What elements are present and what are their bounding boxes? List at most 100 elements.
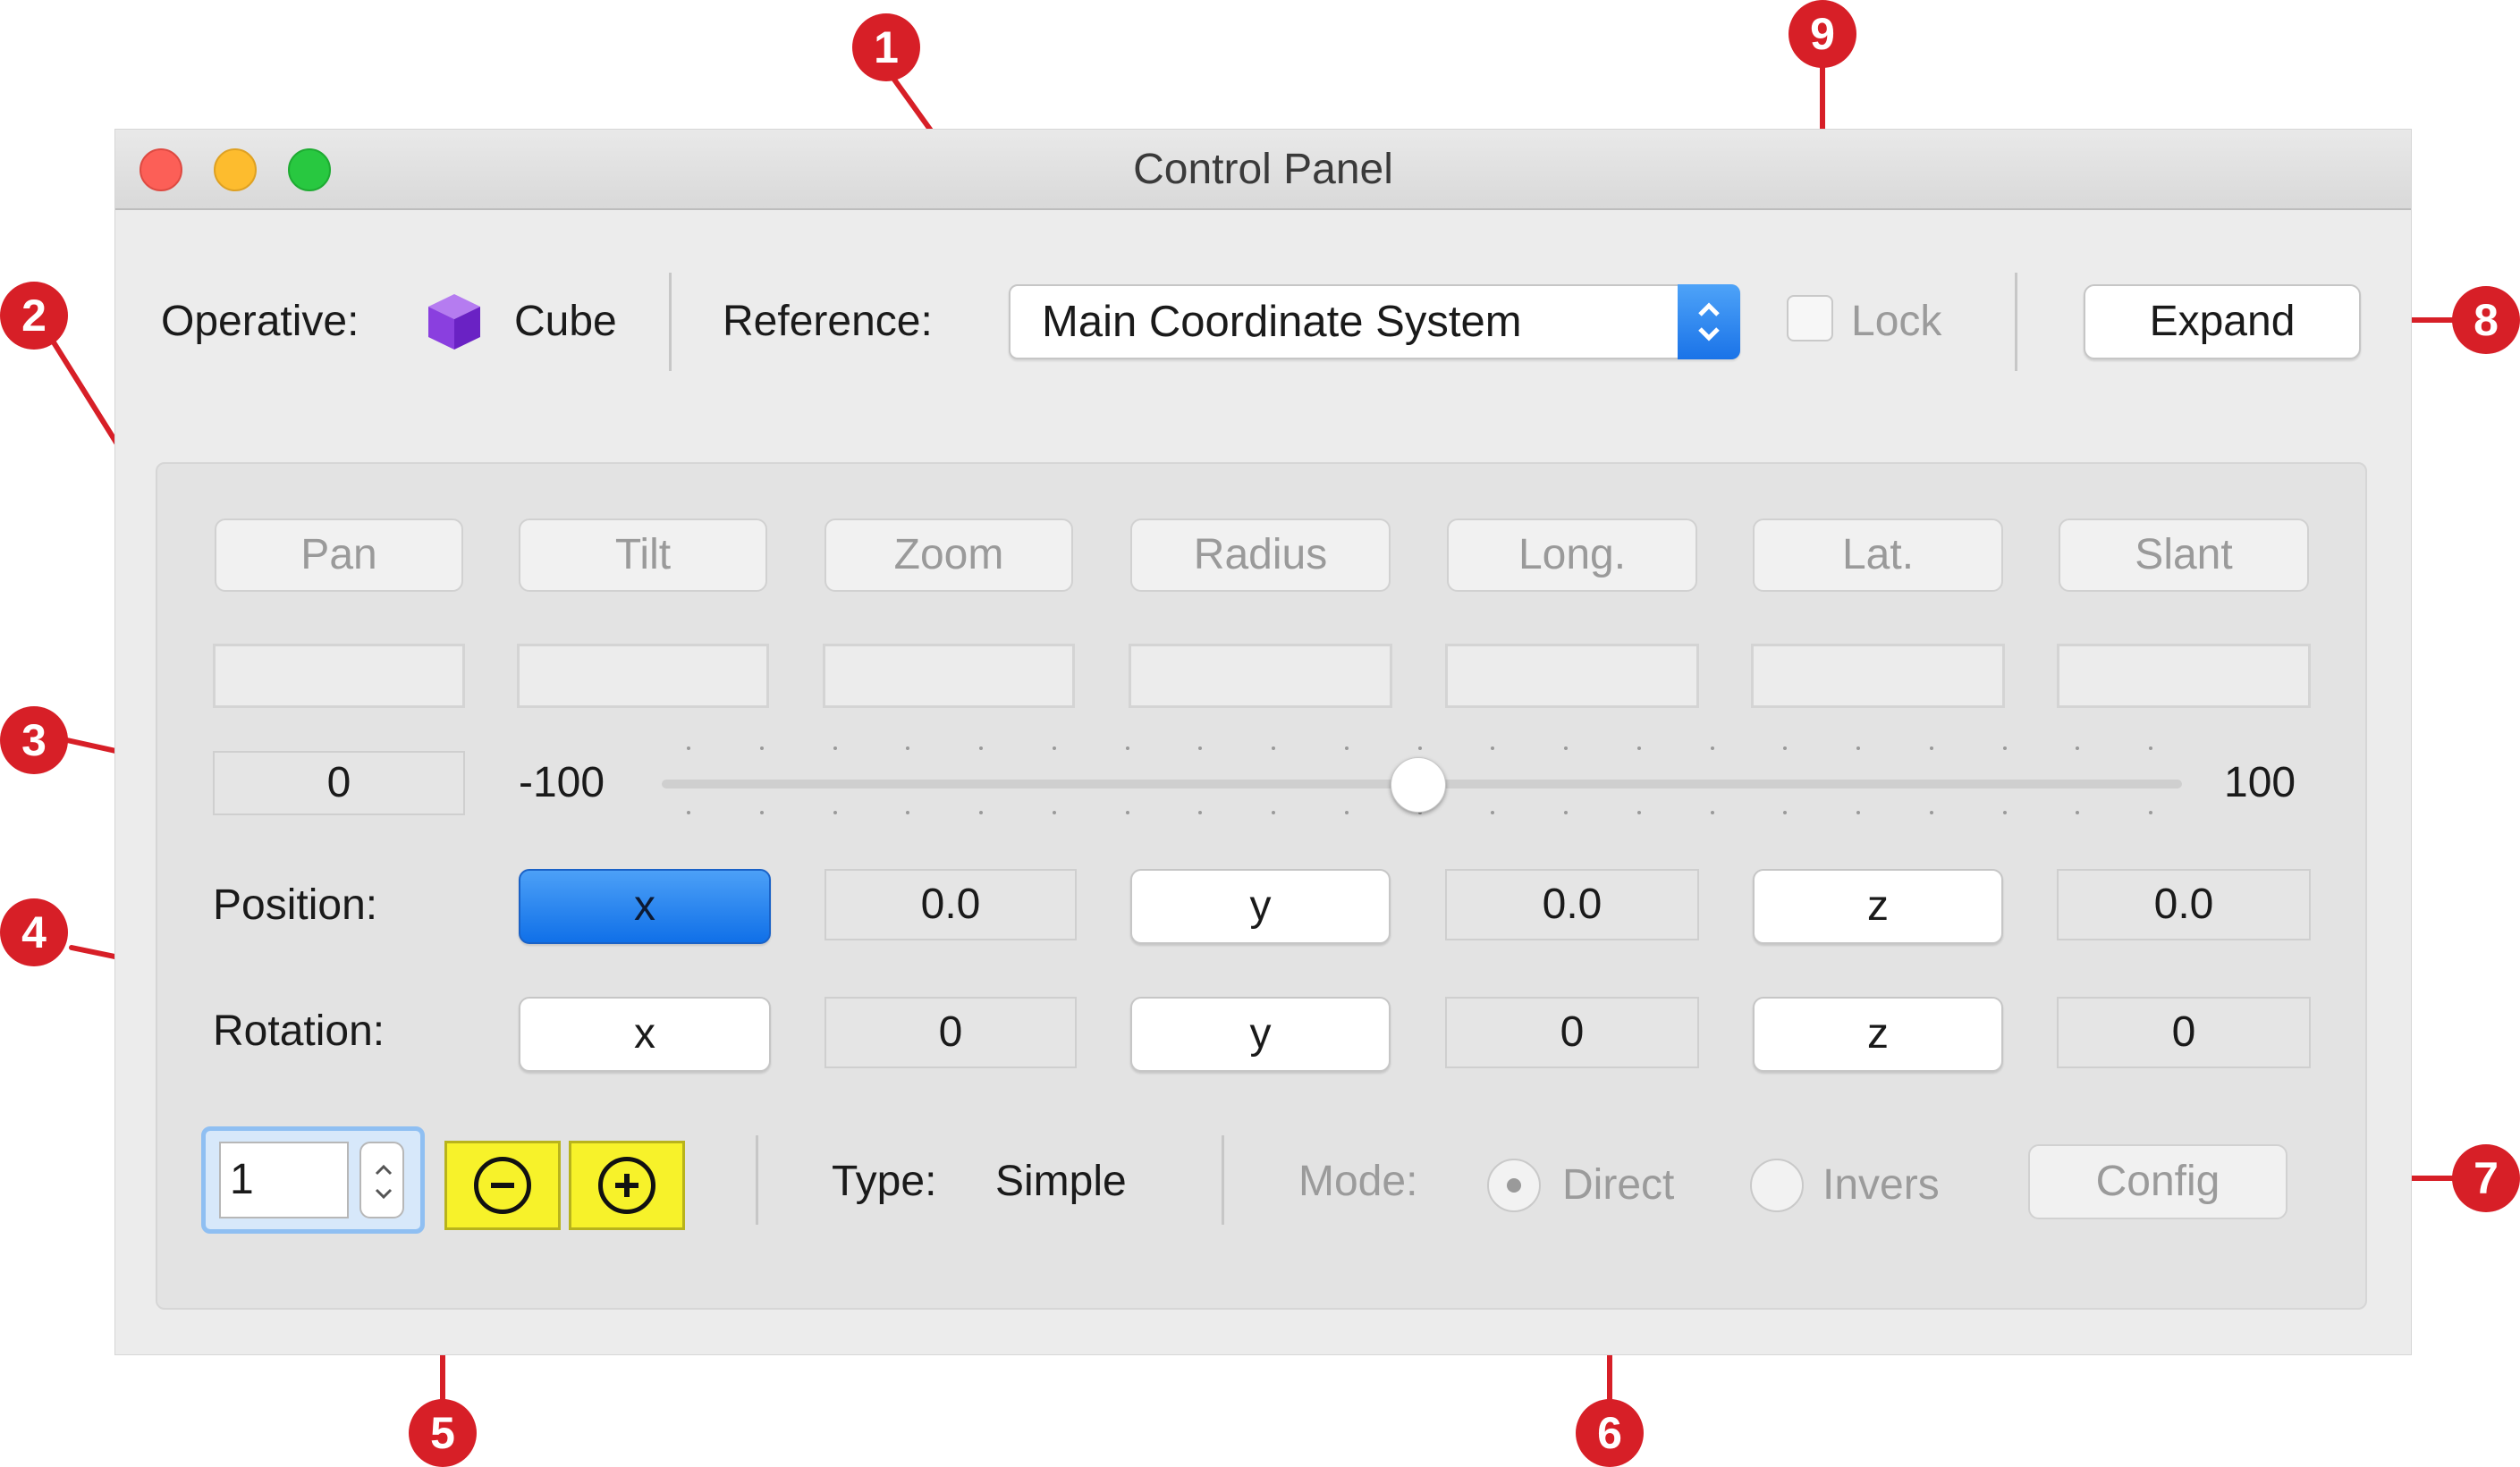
slider-tick [1856, 811, 1860, 814]
slider-tick [687, 746, 690, 750]
slider-tick [2149, 746, 2152, 750]
slider-tick [1272, 811, 1275, 814]
slider-tick [1052, 811, 1056, 814]
callout-badge: 9 [1789, 0, 1856, 68]
axis-button-long[interactable]: Long. [1447, 519, 1697, 592]
type-label: Type: [832, 1158, 937, 1205]
popup-arrows-icon[interactable] [1678, 284, 1740, 359]
slider-knob[interactable] [1390, 757, 1446, 813]
plus-circle-icon [598, 1157, 655, 1214]
lock-checkbox[interactable] [1787, 295, 1833, 341]
title-bar[interactable]: Control Panel [115, 130, 2411, 210]
slider-tick [833, 811, 837, 814]
slider-tick [1272, 746, 1275, 750]
slider-tick [1636, 746, 1641, 750]
callout-badge: 5 [409, 1399, 477, 1467]
slider-tick [1929, 811, 1933, 814]
callout-badge: 7 [2452, 1144, 2520, 1212]
position-x-button[interactable]: x [519, 869, 771, 944]
slider-value-field[interactable]: 0 [213, 751, 465, 815]
axis-button-radius[interactable]: Radius [1130, 519, 1391, 592]
slider-max-label: 100 [2224, 759, 2296, 806]
bottom-divider [756, 1135, 758, 1225]
position-x-field[interactable]: 0.0 [824, 869, 1077, 940]
callout-badge: 3 [0, 706, 68, 774]
reference-value: Main Coordinate System [1042, 298, 1522, 346]
slider-tick [1344, 811, 1349, 814]
slider-tick [1710, 811, 1714, 814]
operative-value: Cube [514, 298, 617, 345]
window-title: Control Panel [1133, 146, 1393, 193]
reference-popup-button[interactable]: Main Coordinate System [1009, 284, 1740, 359]
axis-button-tilt[interactable]: Tilt [519, 519, 767, 592]
axis-button-zoom[interactable]: Zoom [824, 519, 1073, 592]
position-label: Position: [213, 881, 378, 929]
callout-badge: 6 [1576, 1399, 1644, 1467]
rotation-y-button[interactable]: y [1130, 997, 1391, 1072]
callout-badge: 4 [0, 898, 68, 966]
mode-invers-radio[interactable] [1750, 1159, 1804, 1212]
axis-field-slant[interactable] [2057, 644, 2311, 708]
rotation-z-field[interactable]: 0 [2057, 997, 2311, 1068]
slider-tick [1710, 746, 1714, 750]
slider-tick [687, 811, 690, 814]
slider-tick [1052, 746, 1056, 750]
axis-button-lat[interactable]: Lat. [1753, 519, 2003, 592]
slider-tick [2002, 746, 2007, 750]
toolbar-divider [2015, 273, 2017, 371]
position-z-field[interactable]: 0.0 [2057, 869, 2311, 940]
slider-min-label: -100 [519, 759, 605, 806]
bottom-divider [1222, 1135, 1224, 1225]
axis-field-lat[interactable] [1751, 644, 2005, 708]
decrement-button[interactable] [444, 1141, 561, 1230]
mode-direct-radio[interactable] [1487, 1159, 1541, 1212]
mode-direct-label: Direct [1562, 1161, 1675, 1209]
minus-circle-icon [474, 1157, 531, 1214]
slider-tick [1125, 746, 1129, 750]
slider-tick [2149, 811, 2152, 814]
mode-label: Mode: [1298, 1158, 1418, 1205]
axis-field-long[interactable] [1445, 644, 1699, 708]
radio-selected-dot [1507, 1178, 1521, 1193]
slider-tick [1929, 746, 1933, 750]
rotation-x-field[interactable]: 0 [824, 997, 1077, 1068]
axis-button-slant[interactable]: Slant [2059, 519, 2309, 592]
axis-field-pan[interactable] [213, 644, 465, 708]
lock-label: Lock [1851, 298, 1942, 345]
position-y-button[interactable]: y [1130, 869, 1391, 944]
slider-tick [979, 746, 983, 750]
rotation-z-button[interactable]: z [1753, 997, 2003, 1072]
callout-badge: 8 [2452, 286, 2520, 354]
stepper-arrows[interactable] [359, 1142, 404, 1218]
callout-badge: 1 [852, 13, 920, 81]
config-button[interactable]: Config [2028, 1144, 2287, 1219]
slider-tick [1564, 811, 1568, 814]
callout-badge: 2 [0, 282, 68, 350]
position-y-field[interactable]: 0.0 [1445, 869, 1699, 940]
axis-button-pan[interactable]: Pan [215, 519, 463, 592]
slider-tick [759, 746, 764, 750]
rotation-x-button[interactable]: x [519, 997, 771, 1072]
slider-tick [979, 811, 983, 814]
expand-button[interactable]: Expand [2084, 284, 2361, 359]
stepper-input[interactable]: 1 [219, 1142, 349, 1218]
slider-tick [1636, 811, 1641, 814]
axis-field-radius[interactable] [1129, 644, 1392, 708]
increment-button[interactable] [569, 1141, 685, 1230]
axis-field-zoom[interactable] [823, 644, 1075, 708]
slider-tick [1856, 746, 1860, 750]
position-z-button[interactable]: z [1753, 869, 2003, 944]
slider-tick [1125, 811, 1129, 814]
type-value: Simple [995, 1158, 1127, 1205]
cube-icon [428, 294, 480, 350]
slider-tick [2002, 811, 2007, 814]
slider-tick [759, 811, 764, 814]
operative-label: Operative: [161, 298, 359, 345]
slider-tick [1344, 746, 1349, 750]
stepper-focus-ring: 1 [201, 1126, 425, 1234]
slider-tick [833, 746, 837, 750]
rotation-y-field[interactable]: 0 [1445, 997, 1699, 1068]
rotation-label: Rotation: [213, 1008, 385, 1055]
slider-tick [1417, 746, 1422, 750]
axis-field-tilt[interactable] [517, 644, 769, 708]
